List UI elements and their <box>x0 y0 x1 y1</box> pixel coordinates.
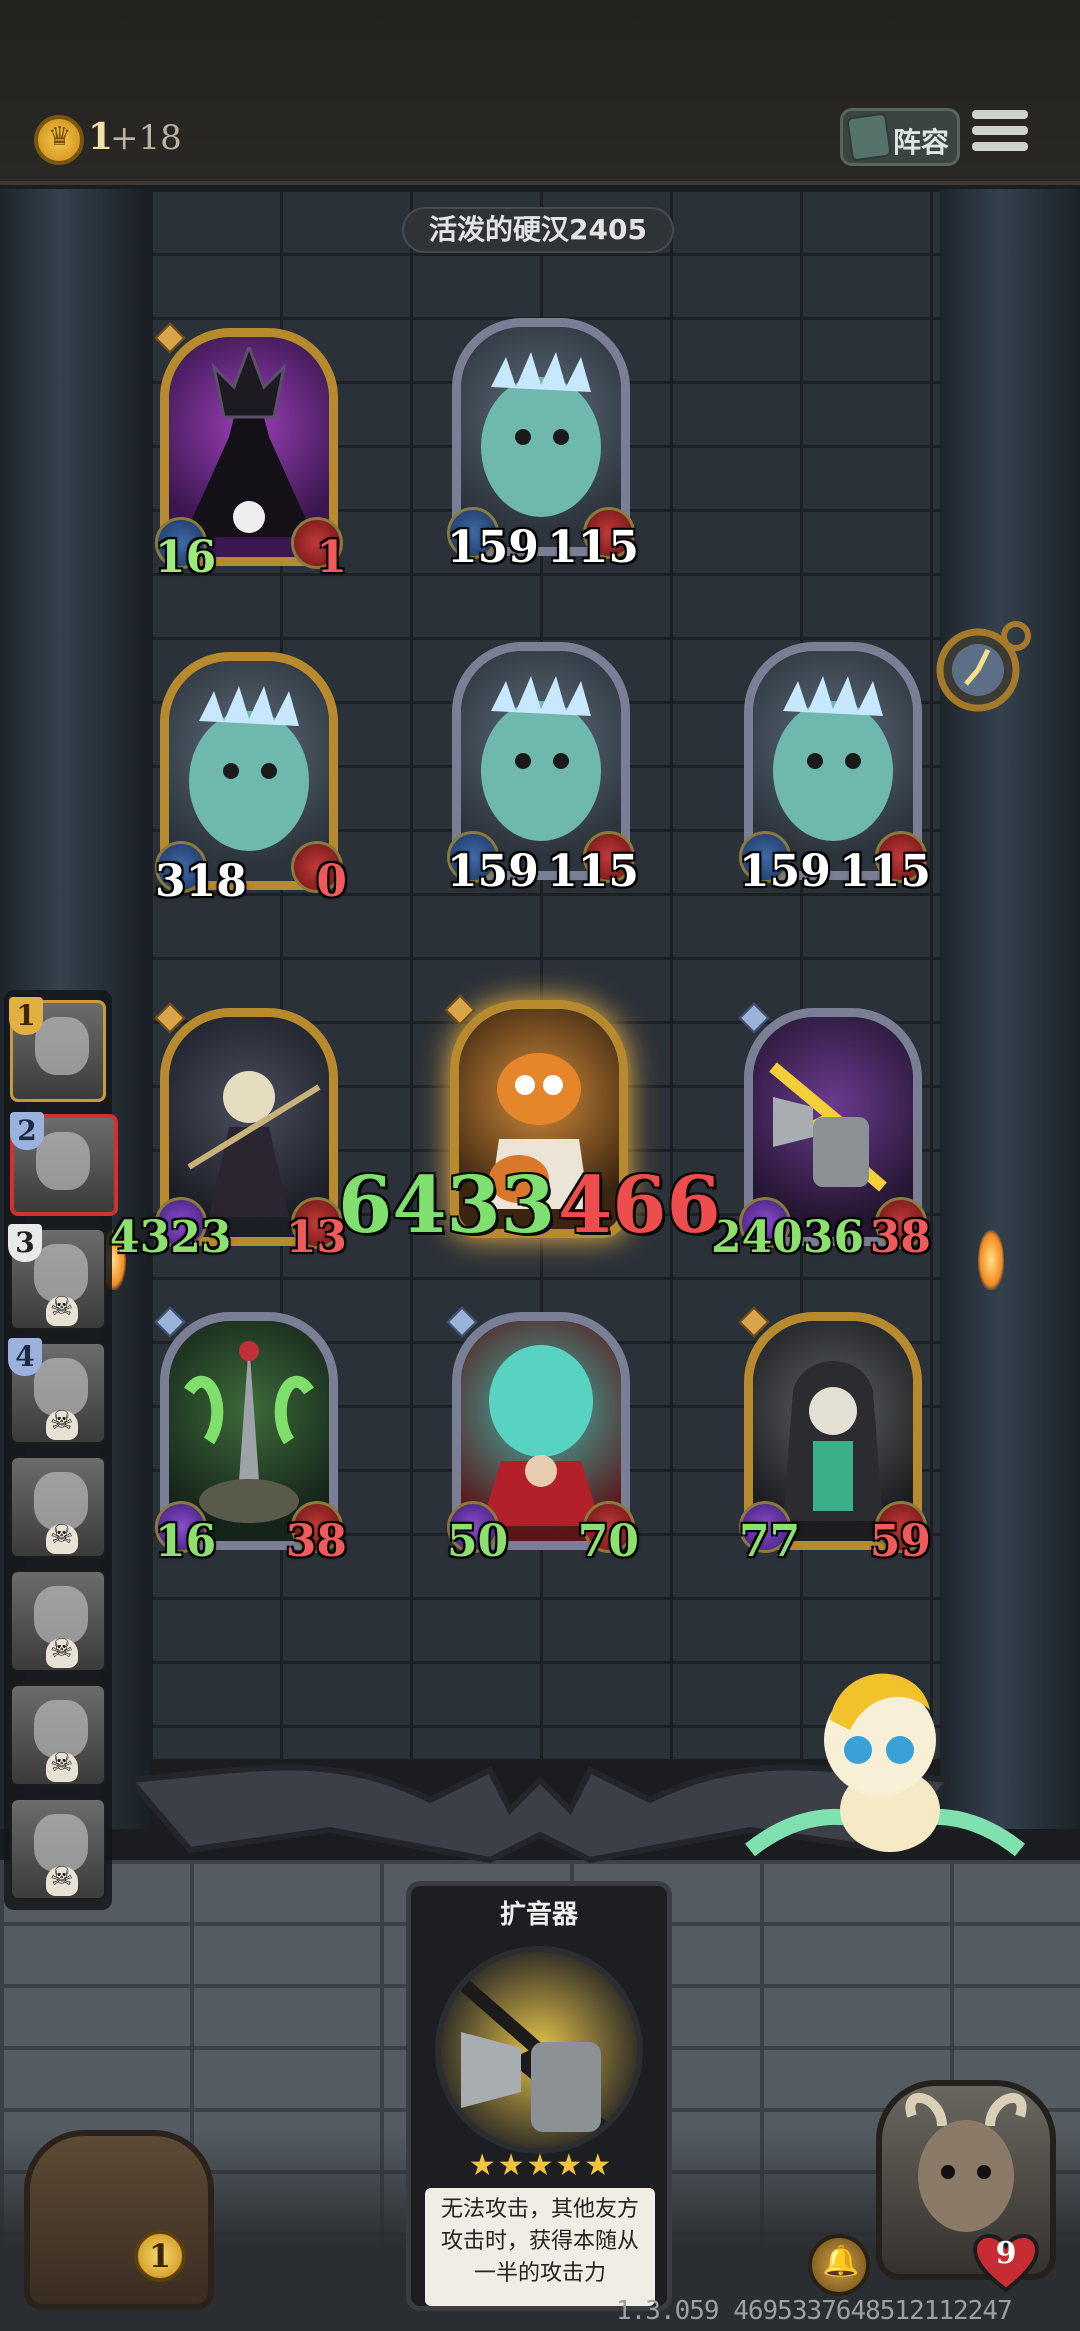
chest-button[interactable]: 1 <box>14 2090 224 2320</box>
dark-king-portrait-icon <box>184 347 314 537</box>
card-health: 38 <box>869 1212 931 1263</box>
card-attack: 77 <box>739 1516 801 1567</box>
spirit-summoner-portrait-icon <box>481 1345 601 1526</box>
card-health: 115 <box>547 522 639 573</box>
skull-icon <box>46 1292 78 1326</box>
player-card-death[interactable]: 77 59 <box>738 1306 931 1567</box>
skeleton-portrait-icon <box>187 1071 321 1217</box>
card-health: 115 <box>547 846 639 897</box>
hero-health-value: 9 <box>995 2236 1017 2271</box>
gold-income: +18 <box>110 118 182 158</box>
card-health: 1 <box>316 532 347 583</box>
card-health: 0 <box>316 856 347 907</box>
card-attack: 16 <box>155 532 217 583</box>
lineup-button[interactable]: 阵容 <box>840 108 960 166</box>
torch-flame-icon <box>978 1230 1004 1290</box>
info-card-description: 无法攻击，其他友方攻击时，获得本随从一半的攻击力 <box>425 2188 655 2306</box>
roster-rank: 2 <box>10 1112 44 1150</box>
card-health: 115 <box>839 846 931 897</box>
card-attack: 50 <box>447 1516 509 1567</box>
roster-slot[interactable] <box>10 1684 106 1786</box>
skull-icon <box>46 1862 78 1896</box>
player-card-sword[interactable]: 16 38 <box>154 1306 347 1567</box>
player-roster: 1 2 3 4 <box>4 990 118 1910</box>
card-health: 38 <box>285 1516 347 1567</box>
roster-slot[interactable] <box>10 1456 106 1558</box>
roster-rank: 1 <box>9 997 43 1035</box>
roster-rank: 4 <box>8 1338 42 1376</box>
menu-bar-icon <box>972 110 1028 119</box>
info-card-title: 扩音器 <box>499 1900 578 1930</box>
pocket-watch-icon[interactable] <box>918 610 1048 720</box>
opponent-name: 活泼的硬汉2405 <box>402 207 674 253</box>
menu-button[interactable] <box>972 110 1028 160</box>
card-attack: 159 <box>447 522 539 573</box>
enemy-card-ghoul[interactable]: 159 115 <box>447 642 639 897</box>
bell-icon[interactable] <box>808 2234 870 2296</box>
version-text: 1.3.059 4695337648512112247 <box>616 2296 1013 2326</box>
enemy-card-ghoul[interactable]: 159 115 <box>739 642 931 897</box>
ghoul-portrait-icon <box>773 676 893 841</box>
card-attack: 159 <box>447 846 539 897</box>
skull-icon <box>46 1748 78 1782</box>
roster-slot-current[interactable]: 2 <box>10 1112 118 1216</box>
player-avatar-icon <box>35 1017 89 1075</box>
right-pillar <box>940 189 1080 1829</box>
info-card-portrait <box>435 1946 643 2154</box>
gold-coin-icon <box>34 115 84 165</box>
damage-popup-green: 6433 <box>338 1160 556 1251</box>
player-avatar-icon <box>36 1132 90 1190</box>
skull-icon <box>46 1520 78 1554</box>
card-attack: 16 <box>155 1516 217 1567</box>
pony-pet-icon[interactable] <box>740 1660 1030 1880</box>
hero-health: 9 <box>970 2230 1042 2294</box>
enemy-card-ghoul[interactable]: 318 0 <box>155 652 347 907</box>
card-health: 70 <box>577 1516 639 1567</box>
ghoul-portrait-icon <box>481 352 601 517</box>
ghoul-portrait-icon <box>481 676 601 841</box>
roster-slot[interactable] <box>10 1570 106 1672</box>
star-rating: ★★★★★ <box>468 2148 614 2183</box>
menu-bar-icon <box>972 142 1028 151</box>
card-attack: 24036 <box>711 1212 865 1263</box>
menu-bar-icon <box>972 126 1028 135</box>
player-card-megaphone[interactable]: 24036 38 <box>711 1002 931 1263</box>
card-attack: 318 <box>155 856 247 907</box>
roster-slot[interactable]: 3 <box>8 1224 106 1330</box>
megaphone-robot-portrait-icon <box>769 1062 887 1192</box>
cursed-sword-portrait-icon <box>184 1341 314 1523</box>
book-icon <box>846 112 892 162</box>
megaphone-robot-portrait-icon <box>456 1976 626 2148</box>
card-health: 59 <box>869 1516 931 1567</box>
ghoul-portrait-icon <box>189 686 309 851</box>
skull-icon <box>46 1634 78 1668</box>
roster-rank: 3 <box>8 1224 42 1262</box>
skull-icon <box>46 1406 78 1440</box>
damage-popup-red: 466 <box>558 1160 721 1251</box>
enemy-card-king[interactable]: 16 1 <box>154 322 347 583</box>
lineup-label: 阵容 <box>893 126 950 159</box>
player-card-reaper[interactable]: 4323 13 <box>109 1002 347 1263</box>
chest-icon <box>24 2130 214 2310</box>
card-attack: 159 <box>739 846 831 897</box>
roster-slot[interactable] <box>10 1798 106 1900</box>
roster-slot[interactable]: 1 <box>9 997 106 1102</box>
roster-slot[interactable]: 4 <box>8 1338 106 1444</box>
enemy-card-ghoul[interactable]: 159 115 <box>447 318 639 573</box>
chest-count-badge: 1 <box>134 2230 186 2282</box>
card-attack: 4323 <box>109 1212 232 1263</box>
hooded-death-portrait-icon <box>783 1361 883 1521</box>
top-bar: 1 +18 阵容 <box>0 0 1080 185</box>
minion-info-card: 扩音器 ★★★★★ 无法攻击，其他友方攻击时，获得本随从一半的攻击力 <box>406 1881 672 2311</box>
player-card-spirit[interactable]: 50 70 <box>446 1306 639 1567</box>
